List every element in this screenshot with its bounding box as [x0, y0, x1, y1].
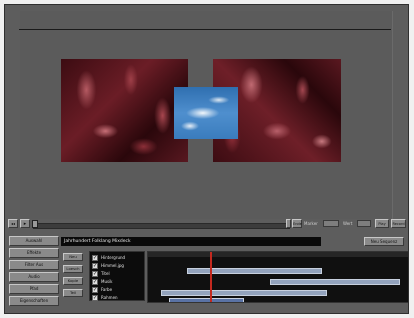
side-button-pfad[interactable]: Pfad: [9, 284, 59, 294]
layer-copy-button[interactable]: Kopie: [63, 277, 83, 285]
record-button[interactable]: Record: [391, 219, 406, 228]
layer-name: Rahmen: [101, 295, 118, 300]
layer-checkbox[interactable]: ✓: [92, 295, 98, 301]
layer-checkbox[interactable]: ✓: [92, 287, 98, 293]
layer-name: Titel: [101, 271, 110, 276]
layer-row[interactable]: ✓ Farbe: [92, 286, 142, 294]
preview-play-button[interactable]: Play: [375, 219, 389, 228]
viewer-top-divider: [19, 29, 391, 30]
layer-name: Hintergrund: [101, 255, 126, 260]
layer-row[interactable]: ✓ Himmel.jpg: [92, 262, 142, 270]
speed-label: Wert: [343, 221, 353, 226]
side-button-effekte[interactable]: Effekte: [9, 248, 59, 258]
layer-row[interactable]: ✓ Hintergrund: [92, 254, 142, 262]
timeline-playhead[interactable]: [210, 252, 213, 302]
scrub-end-arrow-icon[interactable]: [286, 219, 291, 228]
layer-row[interactable]: ✓ Titel: [92, 270, 142, 278]
layer-checkbox[interactable]: ✓: [92, 263, 98, 269]
preview-clip-left[interactable]: [61, 59, 188, 162]
layer-delete-button[interactable]: Loesch: [63, 265, 83, 273]
side-button-eigenschaften[interactable]: Eigenschaften: [9, 296, 59, 306]
new-sequence-button[interactable]: Neu Sequenz: [364, 237, 404, 246]
video-editor-window: ◂◂ ▸ Ende Marker Wert Play Record Auswah…: [4, 4, 409, 314]
scrub-track[interactable]: [33, 223, 290, 229]
side-button-audio[interactable]: Audio: [9, 272, 59, 282]
end-marker-button[interactable]: Ende: [292, 219, 302, 228]
timeline-panel[interactable]: [147, 251, 408, 303]
layer-checkbox[interactable]: ✓: [92, 271, 98, 277]
layer-name: Farbe: [101, 287, 113, 292]
marker-field[interactable]: [323, 220, 339, 227]
speed-field[interactable]: [357, 220, 371, 227]
layer-checkbox[interactable]: ✓: [92, 279, 98, 285]
track-clip-bar[interactable]: [161, 290, 328, 296]
side-button-filter[interactable]: Filter Aus: [9, 260, 59, 270]
preview-clip-sky[interactable]: [174, 87, 238, 139]
side-button-auswahl[interactable]: Auswahl: [9, 236, 59, 246]
track-clip-bar[interactable]: [187, 268, 323, 274]
rewind-button[interactable]: ◂◂: [8, 219, 18, 228]
track-clip-bar[interactable]: [270, 279, 401, 285]
layer-name: Musik: [101, 279, 113, 284]
layer-new-button[interactable]: Neu: [63, 253, 83, 261]
layer-row[interactable]: ✓ Rahmen: [92, 294, 142, 302]
layer-split-button[interactable]: Teil: [63, 289, 83, 297]
marker-label: Marker: [304, 221, 318, 226]
track-clip-bar[interactable]: [168, 298, 245, 302]
timeline-ruler[interactable]: [148, 252, 408, 257]
scrub-handle[interactable]: [32, 220, 38, 228]
layer-row[interactable]: ✓ Musik: [92, 278, 142, 286]
sequence-title-field[interactable]: Jahrhundert Folklang Mixdeck: [61, 237, 321, 246]
layer-checkbox[interactable]: ✓: [92, 255, 98, 261]
layer-name: Himmel.jpg: [101, 263, 124, 268]
layer-list[interactable]: ✓ Hintergrund ✓ Himmel.jpg ✓ Titel ✓ Mus…: [89, 251, 145, 301]
play-button[interactable]: ▸: [20, 219, 30, 228]
